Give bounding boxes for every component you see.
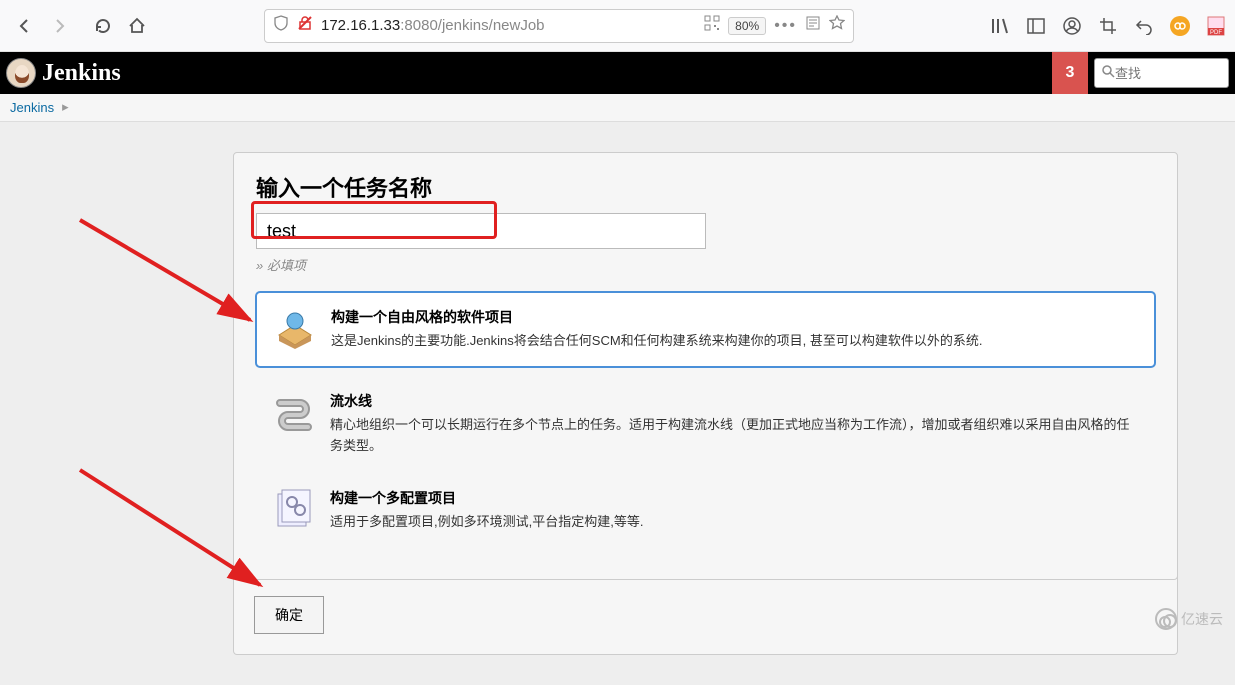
- reload-button[interactable]: [86, 9, 120, 43]
- infinity-icon[interactable]: [1169, 15, 1191, 37]
- submit-bar: 确定: [233, 576, 1178, 655]
- shield-icon: [273, 15, 289, 36]
- back-button[interactable]: [8, 9, 42, 43]
- url-bar[interactable]: 172.16.1.33:8080/jenkins/newJob 80% •••: [264, 9, 854, 43]
- notification-badge[interactable]: 3: [1052, 52, 1088, 94]
- job-type-freestyle[interactable]: 构建一个自由风格的软件项目 这是Jenkins的主要功能.Jenkins将会结合…: [256, 292, 1155, 367]
- search-input[interactable]: [1115, 66, 1222, 81]
- forward-button[interactable]: [42, 9, 76, 43]
- crop-icon[interactable]: [1097, 15, 1119, 37]
- breadcrumb: Jenkins ▸: [0, 94, 1235, 122]
- sidebar-icon[interactable]: [1025, 15, 1047, 37]
- url-text: 172.16.1.33:8080/jenkins/newJob: [321, 17, 696, 34]
- jenkins-header: Jenkins 3: [0, 52, 1235, 94]
- qr-icon[interactable]: [704, 15, 720, 36]
- svg-text:PDF: PDF: [1210, 30, 1222, 36]
- breadcrumb-root[interactable]: Jenkins: [10, 100, 54, 115]
- job-type-desc: 精心地组织一个可以长期运行在多个节点上的任务。适用于构建流水线（更加正式地应当称…: [330, 415, 1139, 457]
- watermark-icon: [1155, 608, 1177, 630]
- browser-right-tools: PDF: [989, 15, 1227, 37]
- freestyle-icon: [273, 307, 317, 351]
- content-area: 输入一个任务名称 » 必填项 构建一个自由风格的软件项目 这是Jenkins的主…: [0, 122, 1235, 685]
- more-icon[interactable]: •••: [774, 17, 797, 35]
- insecure-icon: [297, 15, 313, 36]
- jenkins-logo[interactable]: Jenkins: [6, 58, 121, 88]
- zoom-badge[interactable]: 80%: [728, 17, 766, 35]
- jenkins-mascot-icon: [6, 58, 36, 88]
- new-job-panel: 输入一个任务名称 » 必填项 构建一个自由风格的软件项目 这是Jenkins的主…: [233, 152, 1178, 580]
- reader-icon[interactable]: [805, 15, 821, 36]
- ok-button[interactable]: 确定: [254, 596, 324, 634]
- pdf-icon[interactable]: PDF: [1205, 15, 1227, 37]
- job-type-desc: 适用于多配置项目,例如多环境测试,平台指定构建,等等.: [330, 512, 643, 533]
- job-type-title: 构建一个自由风格的软件项目: [331, 307, 983, 327]
- undo-icon[interactable]: [1133, 15, 1155, 37]
- required-note: » 必填项: [256, 255, 1155, 274]
- job-type-title: 构建一个多配置项目: [330, 488, 643, 508]
- panel-heading: 输入一个任务名称: [256, 171, 1155, 203]
- library-icon[interactable]: [989, 15, 1011, 37]
- job-type-desc: 这是Jenkins的主要功能.Jenkins将会结合任何SCM和任何构建系统来构…: [331, 331, 983, 352]
- search-box[interactable]: [1094, 58, 1229, 88]
- item-name-input[interactable]: [256, 213, 706, 249]
- watermark-text: 亿速云: [1181, 609, 1223, 629]
- pipeline-icon: [272, 391, 316, 435]
- jenkins-brand-text: Jenkins: [42, 60, 121, 87]
- job-type-multiconfig[interactable]: 构建一个多配置项目 适用于多配置项目,例如多环境测试,平台指定构建,等等.: [256, 480, 1155, 541]
- job-type-title: 流水线: [330, 391, 1139, 411]
- bookmark-star-icon[interactable]: [829, 15, 845, 36]
- browser-toolbar: 172.16.1.33:8080/jenkins/newJob 80% ••• …: [0, 0, 1235, 52]
- job-type-pipeline[interactable]: 流水线 精心地组织一个可以长期运行在多个节点上的任务。适用于构建流水线（更加正式…: [256, 383, 1155, 465]
- multiconfig-icon: [272, 488, 316, 532]
- job-type-list: 构建一个自由风格的软件项目 这是Jenkins的主要功能.Jenkins将会结合…: [256, 292, 1155, 541]
- search-icon: [1101, 64, 1115, 83]
- account-icon[interactable]: [1061, 15, 1083, 37]
- breadcrumb-separator-icon: ▸: [62, 99, 69, 115]
- home-button[interactable]: [120, 9, 154, 43]
- watermark: 亿速云: [1155, 608, 1223, 630]
